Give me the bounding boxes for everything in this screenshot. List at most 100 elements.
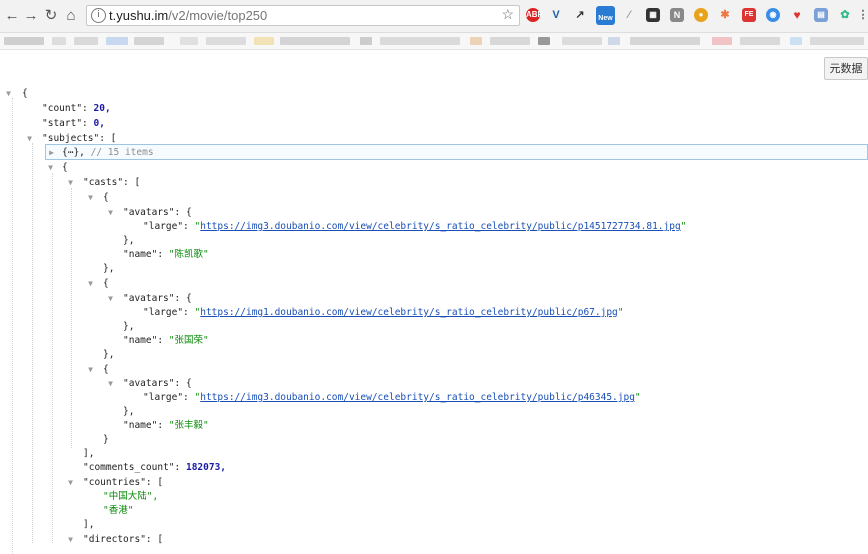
bookmark-item[interactable] — [134, 37, 164, 45]
json-row-avatars: "avatars": { — [123, 376, 192, 391]
bookmark-item[interactable] — [490, 37, 530, 45]
bookmark-item[interactable] — [74, 37, 98, 45]
json-key: "avatars": — [123, 293, 181, 304]
indent-guide — [12, 98, 13, 554]
fe-extension-icon[interactable]: FE — [742, 8, 756, 22]
json-brace: }, — [103, 263, 115, 274]
json-string: "香港" — [103, 505, 134, 516]
chrome-extension-icon[interactable]: ● — [694, 8, 708, 22]
collapsed-object[interactable]: {⋯}, — [62, 147, 85, 158]
collapsed-item-highlight — [45, 144, 868, 160]
metadata-button[interactable]: 元数据 — [824, 57, 868, 80]
bookmark-item[interactable] — [562, 37, 602, 45]
bookmark-item[interactable] — [790, 37, 802, 45]
vue-extension-icon[interactable]: V — [549, 8, 563, 22]
indent-guide — [52, 173, 53, 543]
pin-extension-icon[interactable]: ⁄ — [622, 8, 636, 22]
json-row-countries: "countries": [ — [83, 475, 163, 490]
feed-extension-icon[interactable]: ↗ — [573, 8, 587, 22]
bookmark-item[interactable] — [608, 37, 620, 45]
json-brace: { — [185, 207, 192, 218]
collapse-toggle-icon[interactable]: ▼ — [106, 376, 115, 391]
bookmark-item[interactable] — [4, 37, 44, 45]
bookmark-item[interactable] — [254, 37, 274, 45]
bookmarks-bar — [0, 33, 868, 50]
json-row-subjects: "subjects": [ — [42, 131, 116, 146]
location-extension-icon[interactable]: ♥ — [790, 8, 804, 22]
collapse-toggle-icon[interactable]: ▼ — [66, 175, 75, 190]
translate-extension-icon[interactable]: ▤ — [814, 8, 828, 22]
json-key: "casts": — [83, 177, 129, 188]
collapse-toggle-icon[interactable]: ▼ — [66, 475, 75, 490]
forward-arrow-icon[interactable]: → — [21, 6, 41, 26]
bookmark-item[interactable] — [280, 37, 350, 45]
leaf-extension-icon[interactable]: ✿ — [838, 8, 852, 22]
menu-icon[interactable]: ⋮ — [856, 8, 868, 22]
json-key: "name": — [123, 420, 164, 431]
collapse-toggle-icon[interactable]: ▼ — [86, 362, 95, 377]
adblock-extension-icon[interactable]: ABP — [526, 8, 543, 22]
json-row-collapsed[interactable]: {⋯}, // 15 items — [62, 145, 154, 160]
back-arrow-icon[interactable]: ← — [2, 6, 22, 26]
json-key: "comments_count": — [83, 462, 181, 473]
bookmark-item[interactable] — [106, 37, 128, 45]
bookmark-item[interactable] — [740, 37, 780, 45]
json-number: 20, — [93, 103, 111, 114]
qr-code-extension-icon[interactable]: ▦ — [646, 8, 660, 22]
bookmark-star-icon[interactable]: ☆ — [501, 6, 514, 23]
json-key: "large": — [143, 221, 189, 232]
reload-icon[interactable]: ↻ — [41, 6, 61, 26]
collapse-toggle-icon[interactable]: ▼ — [86, 276, 95, 291]
json-row-start: "start": 0, — [42, 116, 105, 131]
json-key: "avatars": — [123, 207, 181, 218]
info-icon[interactable]: i — [91, 8, 106, 23]
bookmark-item[interactable] — [180, 37, 198, 45]
json-bracket: ], — [83, 448, 95, 459]
json-string: "中国大陆", — [103, 491, 159, 502]
avatar-url-link[interactable]: https://img1.doubanio.com/view/celebrity… — [200, 307, 618, 318]
json-brace: { — [103, 192, 109, 203]
bookmark-item[interactable] — [206, 37, 246, 45]
json-key: "large": — [143, 392, 189, 403]
home-icon[interactable]: ⌂ — [61, 6, 81, 26]
globe-extension-icon[interactable]: ◉ — [766, 8, 780, 22]
collapse-toggle-icon[interactable]: ▼ — [106, 291, 115, 306]
avatar-url-link[interactable]: https://img3.doubanio.com/view/celebrity… — [200, 221, 680, 232]
notion-extension-icon[interactable]: N — [670, 8, 684, 22]
json-key: "large": — [143, 307, 189, 318]
json-row-name: "name": "张丰毅" — [123, 418, 209, 433]
new-extension-icon[interactable]: New — [596, 6, 615, 25]
bookmark-item[interactable] — [52, 37, 66, 45]
collapse-toggle-icon[interactable]: ▼ — [66, 532, 75, 547]
bookmark-item[interactable] — [360, 37, 372, 45]
json-row-country: "中国大陆", — [103, 489, 158, 504]
bookmark-item[interactable] — [712, 37, 732, 45]
collapse-toggle-icon[interactable]: ▼ — [106, 205, 115, 220]
url-path: /v2/movie/top250 — [168, 8, 268, 23]
collapse-toggle-icon[interactable]: ▼ — [4, 86, 13, 101]
bookmark-item[interactable] — [470, 37, 482, 45]
expand-toggle-icon[interactable]: ▶ — [47, 145, 56, 160]
puzzle-extension-icon[interactable]: ✱ — [718, 8, 732, 22]
bookmark-item[interactable] — [538, 37, 550, 45]
new-badge: New — [598, 15, 613, 22]
json-row-casts: "casts": [ — [83, 175, 140, 190]
collapse-toggle-icon[interactable]: ▼ — [46, 160, 55, 175]
bookmark-item[interactable] — [810, 37, 864, 45]
json-brace: { — [185, 293, 192, 304]
bookmark-item[interactable] — [380, 37, 460, 45]
avatar-url-link[interactable]: https://img3.doubanio.com/view/celebrity… — [200, 392, 635, 403]
items-count-comment: // 15 items — [90, 147, 154, 158]
json-brace: }, — [123, 235, 135, 246]
browser-toolbar: ← → ↻ ⌂ i t.yushu.im/v2/movie/top250 ☆ A… — [0, 0, 868, 33]
json-row-large: "large": "https://img3.doubanio.com/view… — [143, 392, 641, 403]
collapse-toggle-icon[interactable]: ▼ — [86, 190, 95, 205]
indent-guide — [32, 143, 33, 543]
bookmark-item[interactable] — [630, 37, 700, 45]
json-row-avatars: "avatars": { — [123, 205, 192, 220]
json-row-avatars: "avatars": { — [123, 291, 192, 306]
collapse-toggle-icon[interactable]: ▼ — [25, 131, 34, 146]
address-bar[interactable]: i t.yushu.im/v2/movie/top250 ☆ — [86, 5, 520, 26]
url-text[interactable]: t.yushu.im/v2/movie/top250 — [109, 8, 267, 23]
json-brace: }, — [123, 321, 135, 332]
